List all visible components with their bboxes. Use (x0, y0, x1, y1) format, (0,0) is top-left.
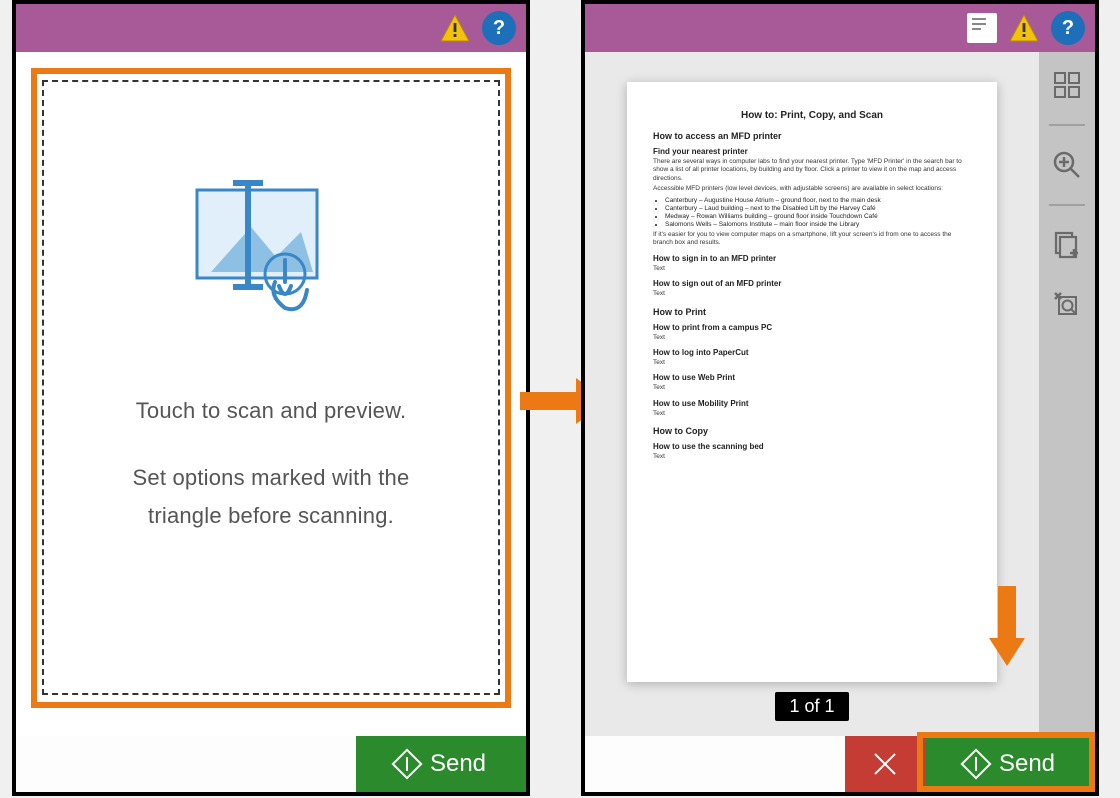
doc-bullet: Salomons Wells – Salomons Institute – ma… (665, 221, 971, 228)
warning-icon[interactable] (1007, 11, 1041, 45)
doc-body-text: Text (653, 453, 971, 461)
doc-h2-print: How to Print (653, 307, 971, 317)
doc-body-text: Text (653, 265, 971, 273)
help-icon[interactable]: ? (482, 11, 516, 45)
doc-subheading: How to use Mobility Print (653, 399, 971, 408)
send-button-label: Send (999, 750, 1055, 778)
doc-subheading: How to log into PaperCut (653, 348, 971, 357)
preview-area[interactable]: How to: Print, Copy, and Scan How to acc… (585, 52, 1039, 736)
send-button[interactable]: Send (925, 736, 1095, 792)
doc-body-text: Text (653, 290, 971, 298)
doc-subheading: How to use Web Print (653, 373, 971, 382)
preview-toolbar (1039, 52, 1095, 736)
send-diamond-icon (391, 748, 422, 779)
instruction-line-2b: triangle before scanning. (148, 503, 394, 528)
page-counter: 1 of 1 (775, 692, 848, 721)
screen-after-scan: ? How to: Print, Copy, and Scan How to a… (581, 0, 1099, 796)
document-icon[interactable] (967, 13, 997, 43)
warning-icon[interactable] (438, 11, 472, 45)
doc-body-text: Text (653, 410, 971, 418)
preview-body: How to: Print, Copy, and Scan How to acc… (585, 52, 1095, 736)
highlight-arrow-down-icon (989, 586, 1025, 666)
scanned-page-preview: How to: Print, Copy, and Scan How to acc… (627, 82, 997, 682)
send-button[interactable]: Send (356, 736, 526, 792)
scan-instructions: Touch to scan and preview. Set options m… (133, 382, 410, 544)
doc-subheading: How to print from a campus PC (653, 323, 971, 332)
scan-prompt-body: Touch to scan and preview. Set options m… (16, 52, 526, 736)
doc-h2-access: How to access an MFD printer (653, 131, 971, 141)
doc-body-text: Text (653, 334, 971, 342)
doc-title: How to: Print, Copy, and Scan (653, 110, 971, 121)
doc-bullets: Canterbury – Augustine House Atrium – gr… (665, 197, 971, 228)
doc-bullet: Canterbury – Augustine House Atrium – gr… (665, 197, 971, 204)
screen-before-scan: ? Touch to scan and pr (12, 0, 530, 796)
footer-bar: Send (585, 736, 1095, 792)
doc-h2-copy: How to Copy (653, 426, 971, 436)
scan-preview-illustration-icon (181, 172, 361, 342)
doc-subheading: How to sign out of an MFD printer (653, 279, 971, 288)
zoom-in-button[interactable] (1046, 144, 1088, 186)
toolbar-separator (1049, 204, 1085, 206)
doc-subheading: How to use the scanning bed (653, 442, 971, 451)
footer-bar: Send (16, 736, 526, 792)
header-bar: ? (585, 4, 1095, 52)
header-bar: ? (16, 4, 526, 52)
help-icon[interactable]: ? (1051, 11, 1085, 45)
doc-bullet: Canterbury – Laud building – next to the… (665, 205, 971, 212)
doc-body-text: Text (653, 359, 971, 367)
instruction-line-2a: Set options marked with the (133, 465, 410, 490)
close-icon (871, 750, 899, 778)
send-button-label: Send (430, 750, 486, 778)
doc-h3-find: Find your nearest printer (653, 147, 971, 156)
doc-body-text: Text (653, 384, 971, 392)
cancel-button[interactable] (845, 736, 925, 792)
doc-p-accessible: Accessible MFD printers (low level devic… (653, 185, 971, 193)
instruction-line-1: Touch to scan and preview. (133, 392, 410, 429)
clear-crop-button[interactable] (1046, 284, 1088, 326)
doc-subheading: How to sign in to an MFD printer (653, 254, 971, 263)
grid-view-button[interactable] (1046, 64, 1088, 106)
doc-bullet: Medway – Rowan Williams building – groun… (665, 213, 971, 220)
scan-touch-area[interactable]: Touch to scan and preview. Set options m… (42, 80, 500, 695)
add-page-button[interactable] (1046, 224, 1088, 266)
send-diamond-icon (960, 748, 991, 779)
doc-p-view: If it's easier for you to view computer … (653, 231, 971, 248)
doc-p-find: There are several ways in computer labs … (653, 158, 971, 183)
toolbar-separator (1049, 124, 1085, 126)
